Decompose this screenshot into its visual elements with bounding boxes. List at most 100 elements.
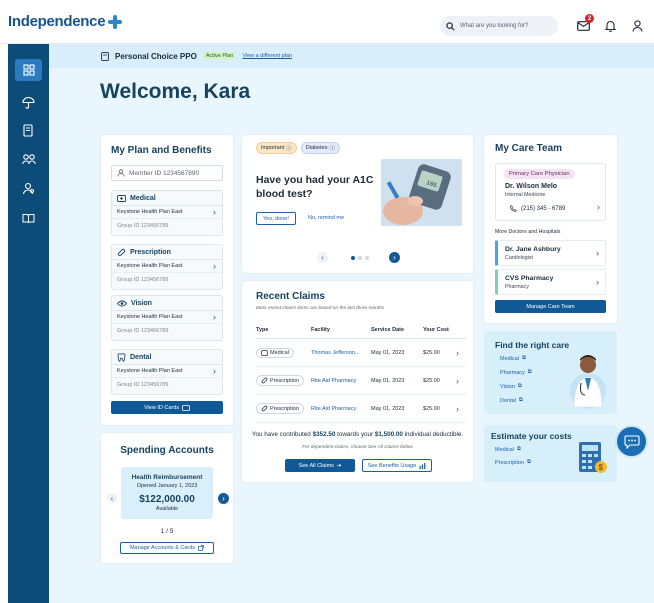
pcp-phone[interactable]: (215) 345 - 6789 (510, 205, 565, 212)
chat-bubble-icon (623, 434, 640, 449)
sidebar-item-resources[interactable] (15, 207, 42, 229)
plan-status-badge: Active Plan (202, 52, 237, 60)
welcome-heading: Welcome, Kara (100, 80, 251, 103)
next-account-button[interactable]: › (218, 493, 229, 504)
chevron-right-icon[interactable]: › (596, 248, 599, 258)
chevron-right-icon[interactable]: › (213, 261, 216, 271)
care-team-member[interactable]: Dr. Jane Ashbury Cardiologist › (495, 240, 606, 266)
umbrella-icon (22, 96, 35, 109)
claim-type-badge: Prescription (256, 403, 305, 414)
see-benefits-usage-label: See Benefits Usage (367, 462, 417, 469)
claim-date: May 01, 2023 (371, 377, 405, 384)
table-row[interactable]: Prescription Rite Aid Pharmacy May 01, 2… (256, 395, 466, 423)
phone-icon (510, 205, 517, 212)
pcp-card[interactable]: Primary Care Physician Dr. Wilson Melo I… (495, 163, 606, 221)
account-tile[interactable]: Health Reimbursement Opened January 1, 2… (121, 467, 213, 519)
sidebar-item-claims[interactable] (15, 119, 42, 141)
chevron-left-icon: ‹ (110, 493, 114, 503)
logo-cross-icon (108, 14, 123, 29)
claims-title: Recent Claims (256, 291, 325, 302)
logo-text: Independence (8, 13, 106, 30)
search-box[interactable]: What are you looking for? (440, 16, 558, 36)
claim-cost: $25.00 (423, 405, 440, 412)
logo[interactable]: Independence (8, 13, 123, 30)
chevron-right-icon[interactable]: › (456, 376, 459, 386)
member-id-text: Member ID 1234567890 (129, 169, 200, 177)
find-care-pharmacy-link[interactable]: Pharmacy ⧉ (500, 369, 532, 376)
external-link-icon: ⧉ (527, 369, 532, 375)
external-link-icon: ⧉ (516, 446, 521, 452)
carousel-dot (365, 256, 369, 260)
chevron-right-icon[interactable]: › (456, 348, 459, 358)
claims-table-header: Type Facility Service Date Your Cost (256, 321, 466, 339)
notifications-button[interactable] (601, 17, 619, 35)
benefit-plan: Keystone Health Plan East (117, 209, 183, 215)
estimate-costs-card: Estimate your costs Medical ⧉ Prescriptio… (484, 425, 617, 482)
previous-account-button[interactable]: ‹ (107, 493, 117, 503)
benefit-prescription[interactable]: Prescription Keystone Health Plan East › … (111, 244, 223, 290)
manage-accounts-button[interactable]: Manage Accounts & Cards (120, 542, 214, 554)
sidebar-item-coverage[interactable] (15, 91, 42, 113)
table-row[interactable]: Medical Thomas Jefferson... May 01, 2023… (256, 339, 466, 367)
sidebar-item-find-care[interactable] (15, 177, 42, 199)
chevron-right-icon[interactable]: › (213, 312, 216, 322)
plan-name: Personal Choice PPO (115, 51, 197, 61)
messages-button[interactable]: 2 (574, 14, 594, 35)
chevron-right-icon[interactable]: › (456, 404, 459, 414)
sidebar-item-care-team[interactable] (15, 148, 42, 170)
dashboard-icon (22, 64, 35, 76)
next-reminder-button[interactable]: › (389, 252, 400, 263)
sidebar-item-dashboard[interactable] (15, 59, 42, 81)
benefit-medical[interactable]: Medical Keystone Health Plan East › Group… (111, 190, 223, 236)
remind-me-button[interactable]: No, remind me (308, 215, 344, 221)
find-care-dental-link[interactable]: Dental ⧉ (500, 397, 532, 404)
account-name: Health Reimbursement (131, 474, 203, 481)
claim-type: Medical (270, 349, 289, 356)
benefit-dental[interactable]: Dental Keystone Health Plan East › Group … (111, 349, 223, 395)
view-different-plan-link[interactable]: View a different plan (242, 53, 292, 59)
tag-label: Diabetes (305, 145, 328, 151)
claims-document-icon (23, 123, 33, 137)
manage-care-team-button[interactable]: Manage Care Team (495, 300, 606, 313)
find-care-medical-link[interactable]: Medical ⧉ (500, 355, 532, 362)
benefit-plan: Keystone Health Plan East (117, 263, 183, 269)
benefit-plan: Keystone Health Plan East (117, 314, 183, 320)
member-role: Pharmacy (505, 283, 529, 290)
pill-icon (117, 248, 126, 256)
estimate-medical-link[interactable]: Medical ⧉ (495, 446, 531, 453)
find-care-vision-link[interactable]: Vision ⧉ (500, 383, 532, 390)
profile-button[interactable] (628, 17, 646, 35)
claim-facility[interactable]: Rite Aid Pharmacy (311, 406, 371, 412)
carousel-dots (351, 256, 369, 260)
reminder-question-line2: blood test? (256, 188, 313, 200)
estimate-prescription-link[interactable]: Prescription ⧉ (495, 459, 531, 466)
account-amount-label: Available (155, 506, 179, 512)
chevron-right-icon[interactable]: › (596, 277, 599, 287)
claim-facility[interactable]: Thomas Jefferson... (311, 350, 371, 356)
chevron-right-icon[interactable]: › (213, 207, 216, 217)
claim-type-badge: Prescription (256, 375, 305, 386)
carousel-dot (358, 256, 362, 260)
benefit-vision[interactable]: Vision Keystone Health Plan East › Group … (111, 295, 223, 341)
chevron-right-icon[interactable]: › (597, 202, 600, 212)
deductible-text: You have contributed (251, 431, 311, 438)
link-label: Prescription (495, 459, 525, 466)
search-input[interactable]: What are you looking for? (460, 23, 528, 29)
care-team-member[interactable]: CVS Pharmacy Pharmacy › (495, 269, 606, 295)
plan-bar: Personal Choice PPO Active Plan View a d… (49, 44, 654, 68)
find-care-title: Find the right care (495, 340, 570, 350)
claim-cost: $25.00 (423, 377, 440, 384)
view-id-cards-button[interactable]: View ID Cards (111, 401, 223, 414)
see-benefits-usage-button[interactable]: See Benefits Usage (362, 459, 432, 472)
dependent-claims-note: For dependent claims, choose See All Cla… (302, 445, 413, 450)
claim-facility[interactable]: Rite Aid Pharmacy (311, 378, 371, 384)
tooth-icon (117, 352, 126, 362)
table-row[interactable]: Prescription Rite Aid Pharmacy May 01, 2… (256, 367, 466, 395)
eye-icon (117, 300, 127, 306)
chevron-right-icon[interactable]: › (213, 366, 216, 376)
account-amount: $122,000.00 (139, 494, 195, 505)
previous-reminder-button[interactable]: ‹ (317, 252, 328, 263)
see-all-claims-button[interactable]: See All Claims ➔ (285, 459, 355, 472)
yes-done-button[interactable]: Yes, done! (256, 212, 296, 225)
chat-button[interactable] (615, 425, 648, 458)
